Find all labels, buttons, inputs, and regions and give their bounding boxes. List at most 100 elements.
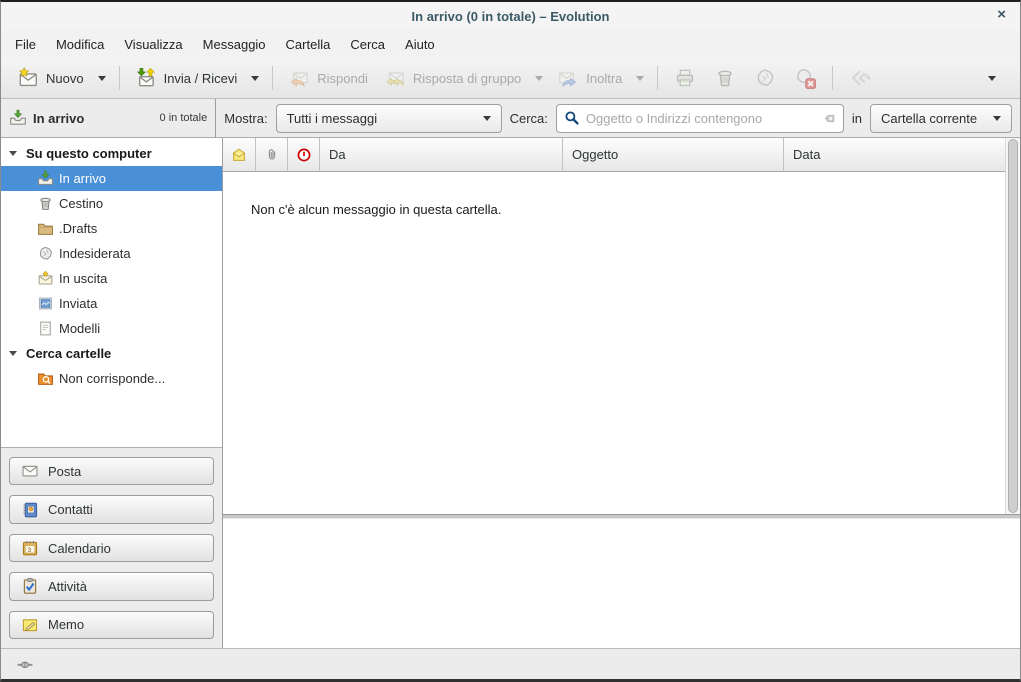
junk-button[interactable] <box>745 62 785 94</box>
folder-item-templates[interactable]: Modelli <box>1 316 222 341</box>
menu-item-aiuto[interactable]: Aiuto <box>395 33 445 56</box>
current-folder-header: In arrivo 0 in totale <box>1 99 216 138</box>
new-button-label: Nuovo <box>46 71 84 86</box>
search-label: Cerca: <box>510 111 548 126</box>
folder-item-label: Cestino <box>59 196 103 211</box>
toolbar: Nuovo Invia / Ricevi Rispondi Risposta d… <box>1 58 1020 99</box>
scrollbar-thumb[interactable] <box>1008 139 1018 513</box>
switcher-mail-button[interactable]: Posta <box>9 457 214 485</box>
switcher-memos-button[interactable]: Memo <box>9 611 214 639</box>
menu-item-file[interactable]: File <box>5 33 46 56</box>
print-icon <box>674 67 696 89</box>
scope-label: in <box>852 111 862 126</box>
column-da[interactable]: Da <box>320 138 563 172</box>
switcher-calendar-button[interactable]: Calendario <box>9 534 214 562</box>
menu-item-messaggio[interactable]: Messaggio <box>193 33 276 56</box>
menu-item-cartella[interactable]: Cartella <box>276 33 341 56</box>
folder-item-label: Indesiderata <box>59 246 131 261</box>
folder-group-label: Su questo computer <box>26 146 152 161</box>
column-attachment[interactable] <box>256 138 288 172</box>
previous-icon <box>849 67 871 89</box>
toolbar-overflow-button[interactable] <box>982 71 1002 86</box>
current-folder-count: 0 in totale <box>160 112 208 124</box>
preview-pane[interactable] <box>223 519 1020 648</box>
folder-item-inbox[interactable]: In arrivo <box>1 166 222 191</box>
column-priority[interactable] <box>288 138 320 172</box>
folder-item-label: In uscita <box>59 271 107 286</box>
folder-item-label: Non corrisponde... <box>59 371 165 386</box>
search-scope-value: Cartella corrente <box>881 111 977 126</box>
forward-icon <box>557 67 579 89</box>
message-list[interactable]: Non c'è alcun messaggio in questa cartel… <box>223 172 1020 514</box>
junk-icon <box>754 67 776 89</box>
evolution-window: In arrivo (0 in totale) – Evolution × Fi… <box>0 0 1021 682</box>
search-scope-dropdown[interactable]: Cartella corrente <box>870 104 1012 133</box>
menu-item-cerca[interactable]: Cerca <box>340 33 395 56</box>
trash-folder-icon <box>37 195 54 212</box>
inbox-icon <box>9 109 27 127</box>
switcher-calendar-label: Calendario <box>48 541 111 556</box>
delete-button[interactable] <box>705 62 745 94</box>
print-button[interactable] <box>665 62 705 94</box>
clear-icon[interactable] <box>821 111 836 126</box>
not-junk-icon <box>794 67 816 89</box>
menu-item-visualizza[interactable]: Visualizza <box>114 33 192 56</box>
folder-item-drafts[interactable]: .Drafts <box>1 216 222 241</box>
current-folder-name: In arrivo <box>33 111 84 126</box>
folder-item-unmatched[interactable]: Non corrisponde... <box>1 366 222 391</box>
column-oggetto[interactable]: Oggetto <box>563 138 784 172</box>
delete-icon <box>714 67 736 89</box>
inbox-icon <box>37 170 54 187</box>
folder-group-local[interactable]: Su questo computer <box>1 141 222 166</box>
column-data[interactable]: Data <box>784 138 1005 172</box>
status-bar <box>1 648 1020 679</box>
search-icon[interactable] <box>564 110 580 126</box>
not-junk-button[interactable] <box>785 62 825 94</box>
chevron-down-icon <box>483 116 491 121</box>
column-da-label: Da <box>329 147 346 162</box>
folder-group-search[interactable]: Cerca cartelle <box>1 341 222 366</box>
attachment-icon <box>264 147 280 163</box>
show-filter-dropdown[interactable]: Tutti i messaggi <box>276 104 502 133</box>
view-switcher: Posta Contatti Calendario Attività Memo <box>1 447 223 648</box>
new-dropdown-button[interactable] <box>92 71 112 86</box>
reply-button-label: Rispondi <box>317 71 368 86</box>
folder-group-label: Cerca cartelle <box>26 346 111 361</box>
expander-icon[interactable] <box>9 351 17 356</box>
folder-item-sent[interactable]: Inviata <box>1 291 222 316</box>
search-input[interactable] <box>586 111 815 126</box>
message-list-scrollbar[interactable] <box>1005 138 1020 514</box>
memo-icon <box>21 616 39 634</box>
column-data-label: Data <box>793 147 820 162</box>
online-status-icon[interactable] <box>15 656 35 673</box>
show-label: Mostra: <box>224 111 267 126</box>
column-oggetto-label: Oggetto <box>572 147 618 162</box>
search-box <box>556 104 844 133</box>
new-mail-icon <box>17 67 39 89</box>
switcher-tasks-button[interactable]: Attività <box>9 572 214 600</box>
reply-button[interactable]: Rispondi <box>280 62 376 94</box>
close-button[interactable]: × <box>997 6 1006 24</box>
send-receive-label: Invia / Ricevi <box>164 71 238 86</box>
folder-item-junk[interactable]: Indesiderata <box>1 241 222 266</box>
folder-tree: Su questo computer In arrivo Cestino .Dr… <box>1 138 223 447</box>
show-filter-value: Tutti i messaggi <box>287 111 378 126</box>
expander-icon[interactable] <box>9 151 17 156</box>
folder-item-trash[interactable]: Cestino <box>1 191 222 216</box>
folder-item-outbox[interactable]: In uscita <box>1 266 222 291</box>
switcher-tasks-label: Attività <box>48 579 87 594</box>
column-read-status[interactable] <box>223 138 256 172</box>
send-receive-button[interactable]: Invia / Ricevi <box>127 62 246 94</box>
forward-dropdown-button[interactable] <box>630 71 650 86</box>
switcher-mail-label: Posta <box>48 464 81 479</box>
send-receive-dropdown-button[interactable] <box>245 71 265 86</box>
previous-message-button[interactable] <box>840 62 880 94</box>
group-reply-button[interactable]: Risposta di gruppo <box>376 62 529 94</box>
menu-item-modifica[interactable]: Modifica <box>46 33 114 56</box>
switcher-contacts-button[interactable]: Contatti <box>9 495 214 523</box>
group-reply-dropdown-button[interactable] <box>529 71 549 86</box>
forward-button[interactable]: Inoltra <box>549 62 630 94</box>
new-button[interactable]: Nuovo <box>9 62 92 94</box>
group-reply-button-label: Risposta di gruppo <box>413 71 521 86</box>
junk-folder-icon <box>37 245 54 262</box>
